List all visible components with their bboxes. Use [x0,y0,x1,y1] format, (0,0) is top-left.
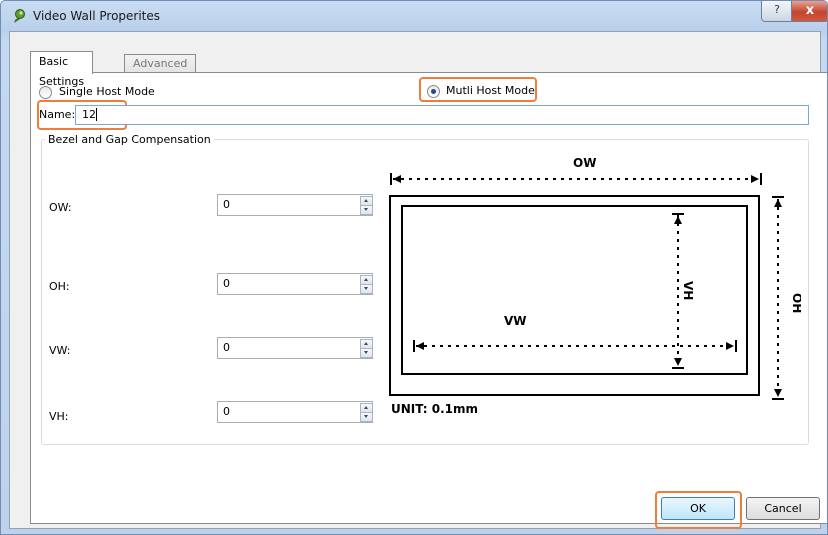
vh-spinbox[interactable]: 0 [217,401,373,423]
cancel-button[interactable]: Cancel [746,497,820,520]
name-value: 12 [82,108,96,121]
oh-spin-arrows[interactable] [360,275,373,294]
oh-spinbox[interactable]: 0 [217,273,373,295]
title-bar[interactable]: Video Wall Properites ? x [1,1,827,31]
vw-label: VW: [49,344,71,357]
vw-dimension-label: VW [504,314,527,328]
video-wall-icon [14,9,25,23]
oh-value: 0 [223,277,230,290]
outer-frame [389,195,760,396]
bezel-diagram: .d{stroke:#000;stroke-width:2;stroke-das… [389,156,801,416]
ow-dimension-label: OW [573,156,596,170]
unit-label: UNIT: 0.1mm [391,402,478,416]
vw-spinbox[interactable]: 0 [217,337,373,359]
ow-spinbox[interactable]: 0 [217,194,373,216]
multi-host-radio[interactable] [427,85,440,98]
oh-decrement-icon[interactable] [360,284,373,294]
multi-host-label[interactable]: Mutli Host Mode [446,84,535,97]
ow-spin-arrows[interactable] [360,196,373,215]
ok-button[interactable]: OK [661,497,735,520]
vh-spin-arrows[interactable] [360,403,373,422]
window-title: Video Wall Properites [33,9,161,23]
vw-decrement-icon[interactable] [360,348,373,358]
basic-settings-panel: Single Host Mode Mutli Host Mode Name: 1… [30,72,827,524]
vh-label: VH: [49,410,69,423]
oh-dimension-label: OH [790,293,801,313]
dialog-body: Basic Settings Advanced Settings Single … [9,31,827,529]
vh-dimension-label: VH [681,281,695,300]
ow-value: 0 [223,198,230,211]
close-button[interactable]: x [791,1,827,22]
vh-value: 0 [223,405,230,418]
dialog-window: Video Wall Properites ? x Basic Settings… [0,0,828,535]
name-input[interactable]: 12 [75,105,809,125]
vh-decrement-icon[interactable] [360,412,373,422]
ow-decrement-icon[interactable] [360,205,373,215]
help-button[interactable]: ? [761,1,793,22]
bezel-group-title: Bezel and Gap Compensation [45,133,214,146]
name-label: Name: [39,108,76,121]
oh-label: OH: [49,280,70,293]
text-cursor [96,108,97,121]
tab-basic-settings[interactable]: Basic Settings [30,51,94,88]
ow-label: OW: [49,201,72,214]
tab-advanced-settings[interactable]: Advanced Settings [124,54,197,88]
vw-spin-arrows[interactable] [360,339,373,358]
vw-value: 0 [223,341,230,354]
